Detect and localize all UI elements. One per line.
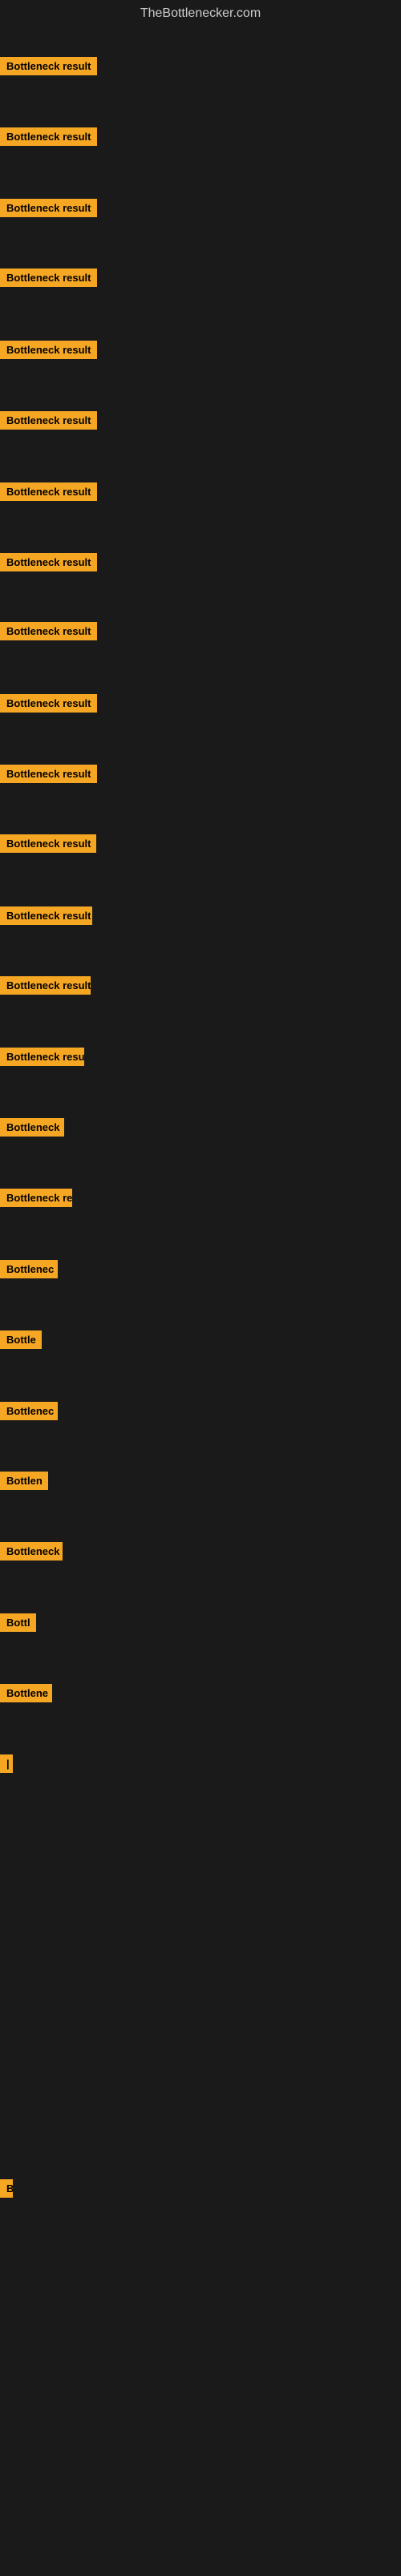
bottleneck-result-item[interactable]: Bottlen [0,1472,48,1494]
bottleneck-result-item[interactable]: Bottleneck [0,1542,63,1565]
bottleneck-result-item[interactable]: Bottleneck result [0,765,97,787]
bottleneck-badge: Bottleneck result [0,906,92,925]
bottleneck-result-item[interactable]: Bottleneck result [0,694,97,717]
bottleneck-badge: Bottlene [0,1684,52,1702]
bottleneck-result-item[interactable]: Bottleneck result [0,127,97,150]
bottleneck-badge: Bottlenec [0,1260,58,1278]
bottleneck-result-item[interactable]: Bottleneck result [0,622,97,644]
bottleneck-result-item[interactable]: Bottleneck result [0,906,92,929]
bottleneck-badge: Bottleneck result [0,269,97,287]
bottleneck-result-item[interactable]: Bottleneck result [0,411,97,434]
bottleneck-result-item[interactable]: Bottleneck result [0,482,97,505]
bottleneck-badge: Bottleneck result [0,57,97,75]
site-title: TheBottlenecker.com [0,0,401,27]
bottleneck-badge: Bottleneck result [0,765,97,783]
bottleneck-badge: Bottleneck result [0,976,91,995]
bottleneck-result-item[interactable]: Bottleneck result [0,57,97,79]
bottleneck-result-item[interactable]: Bottleneck [0,1118,64,1141]
bottleneck-badge: Bottleneck resu [0,1048,84,1066]
bottleneck-badge: Bottleneck result [0,482,97,501]
bottleneck-badge: Bottleneck result [0,411,97,430]
bottleneck-badge: Bottleneck result [0,553,97,571]
bottleneck-result-item[interactable]: Bottleneck result [0,269,97,291]
bottleneck-result-item[interactable]: | [0,1754,13,1777]
bottleneck-badge: | [0,1754,13,1773]
bottleneck-badge: Bottleneck result [0,127,97,146]
bottleneck-badge: Bottle [0,1330,42,1349]
bottleneck-result-item[interactable]: Bottl [0,1613,36,1636]
bottleneck-result-item[interactable]: Bottleneck result [0,199,97,221]
bottleneck-result-item[interactable]: Bottle [0,1330,42,1353]
bottleneck-result-item[interactable]: Bottleneck resu [0,1048,84,1070]
bottleneck-result-item[interactable]: Bottleneck result [0,341,97,363]
bottleneck-result-item[interactable]: Bottleneck result [0,553,97,575]
bottleneck-badge: Bottleneck result [0,694,97,713]
bottleneck-badge: Bottleneck result [0,199,97,217]
bottleneck-badge: Bottleneck re [0,1189,72,1207]
bottleneck-badge: Bottlenec [0,1402,58,1420]
bottleneck-result-item[interactable]: Bottlenec [0,1402,58,1424]
bottleneck-result-item[interactable]: Bottleneck result [0,834,96,857]
bottleneck-badge: Bottlen [0,1472,48,1490]
bottleneck-badge: Bottl [0,1613,36,1632]
bottleneck-result-item[interactable]: B [0,2179,13,2202]
bottleneck-badge: Bottleneck result [0,341,97,359]
bottleneck-badge: Bottleneck [0,1118,64,1137]
bottleneck-badge: Bottleneck result [0,834,96,853]
bottleneck-result-item[interactable]: Bottleneck re [0,1189,72,1211]
bottleneck-result-item[interactable]: Bottleneck result [0,976,91,999]
bottleneck-badge: B [0,2179,13,2198]
bottleneck-result-item[interactable]: Bottlene [0,1684,52,1706]
bottleneck-result-item[interactable]: Bottlenec [0,1260,58,1282]
bottleneck-badge: Bottleneck [0,1542,63,1561]
bottleneck-badge: Bottleneck result [0,622,97,640]
